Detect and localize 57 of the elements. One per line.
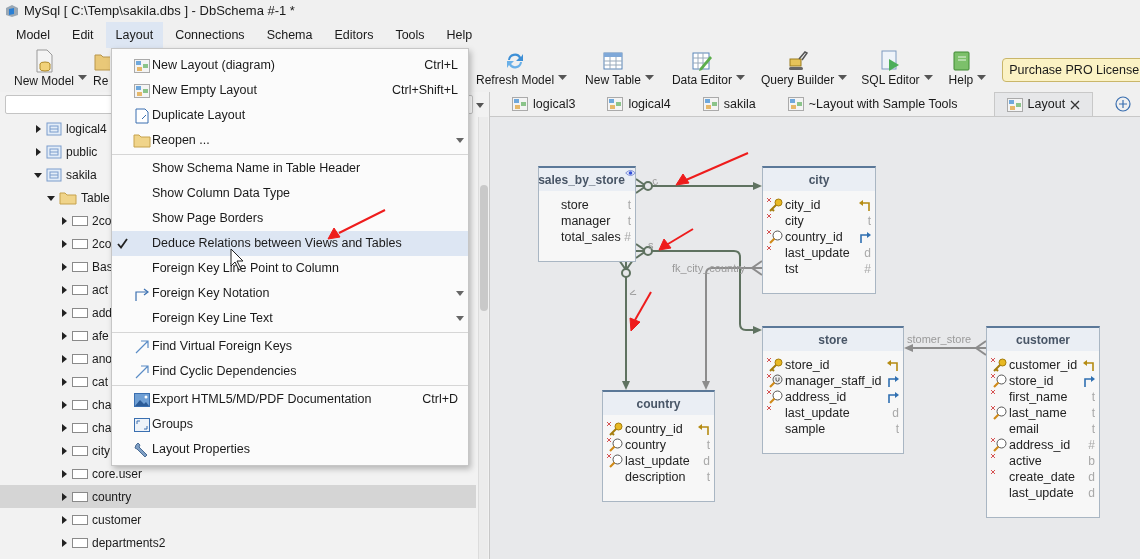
column-name: store_id <box>1009 372 1055 390</box>
column-name: manager <box>561 212 612 230</box>
column-name: store_id <box>785 356 831 374</box>
column-name: store <box>561 196 590 214</box>
column-type: t <box>706 437 710 454</box>
table-title: store <box>818 331 848 349</box>
column-name: active <box>1009 452 1043 470</box>
column-name: address_id <box>785 388 848 406</box>
table-title: customer <box>1016 331 1070 349</box>
column-name: country_id <box>625 420 684 438</box>
shortcut-text: Ctrl+Shift+L <box>392 82 459 100</box>
column-name: manager_staff_id <box>785 372 883 390</box>
column-type: d <box>1088 485 1095 502</box>
column-type: d <box>864 245 871 262</box>
column-name: total_sales <box>561 228 622 246</box>
column-type: t <box>1091 421 1095 438</box>
column-type: t <box>627 197 631 214</box>
column-name: email <box>1009 420 1040 438</box>
column-name: last_update <box>1009 484 1075 502</box>
column-type: b <box>1088 453 1095 470</box>
shortcut-text: Ctrl+L <box>424 57 459 75</box>
column-name: last_update <box>785 404 851 422</box>
column-name: tst <box>785 260 800 278</box>
column-name: customer_id <box>1009 356 1079 374</box>
window-title: MySql [ C:\Temp\sakila.dbs ] - DbSchema #-1 * <box>24 2 295 21</box>
column-type: d <box>892 405 899 422</box>
column-name: city_id <box>785 196 822 214</box>
column-name: last_update <box>785 244 851 262</box>
column-type: d <box>1088 469 1095 486</box>
table-title: city <box>808 171 830 189</box>
relation-label: c <box>650 174 660 188</box>
relation-label: v <box>627 288 641 298</box>
column-type: # <box>624 229 631 246</box>
column-type: d <box>703 453 710 470</box>
column-name: first_name <box>1009 388 1069 406</box>
column-type: t <box>895 421 899 438</box>
table-title: sales_by_store <box>538 171 625 189</box>
column-name: city <box>785 212 805 230</box>
column-type: t <box>706 469 710 486</box>
relation-label: s <box>648 239 654 251</box>
column-name: last_name <box>1009 404 1068 422</box>
column-type: # <box>864 261 871 278</box>
relation-label: stomer_store <box>907 333 972 345</box>
column-name: country_id <box>785 228 844 246</box>
column-type: # <box>1088 437 1095 454</box>
table-title: country <box>636 395 681 413</box>
shortcut-text: Ctrl+D <box>422 391 459 409</box>
column-type: t <box>1091 405 1095 422</box>
column-type: t <box>627 213 631 230</box>
column-name: create_date <box>1009 468 1077 486</box>
column-type: t <box>1091 389 1095 406</box>
column-name: address_id <box>1009 436 1072 454</box>
column-name: description <box>625 468 687 486</box>
column-name: country <box>625 436 667 454</box>
column-type: t <box>867 213 871 230</box>
column-name: last_update <box>625 452 691 470</box>
column-name: sample <box>785 420 827 438</box>
